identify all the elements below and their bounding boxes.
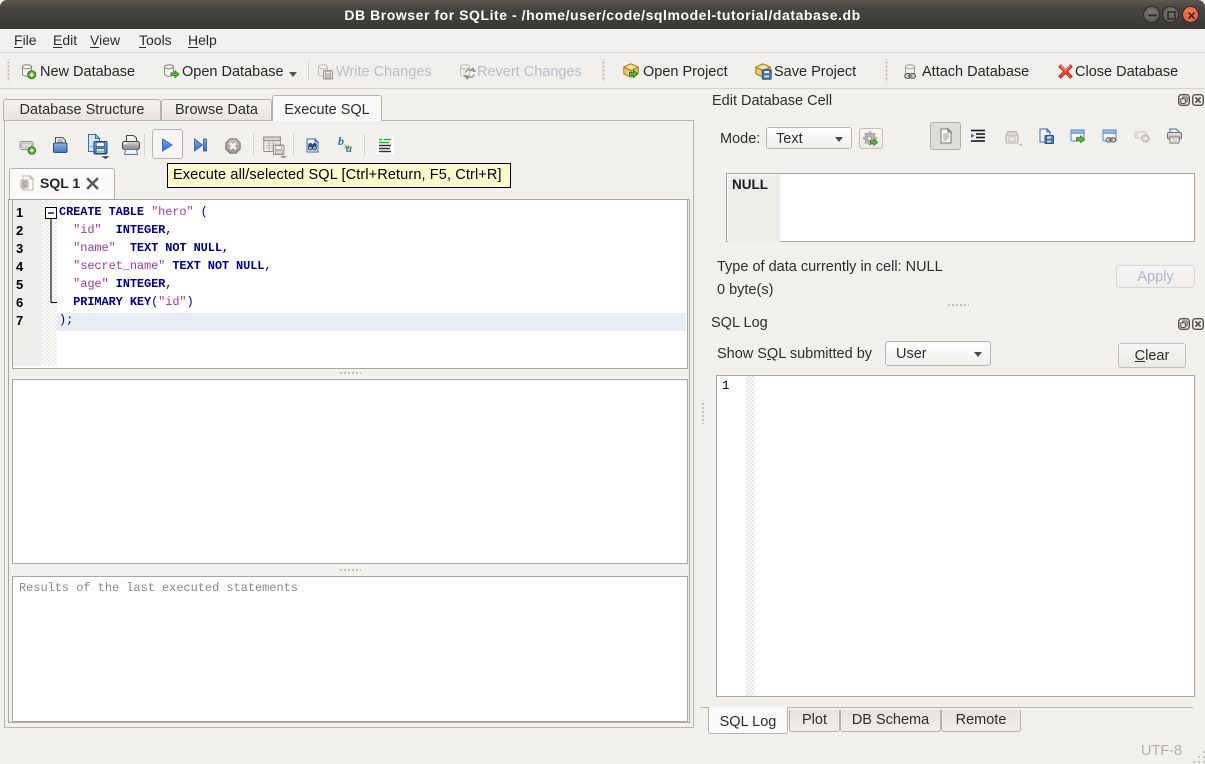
svg-text:b: b (338, 135, 344, 148)
